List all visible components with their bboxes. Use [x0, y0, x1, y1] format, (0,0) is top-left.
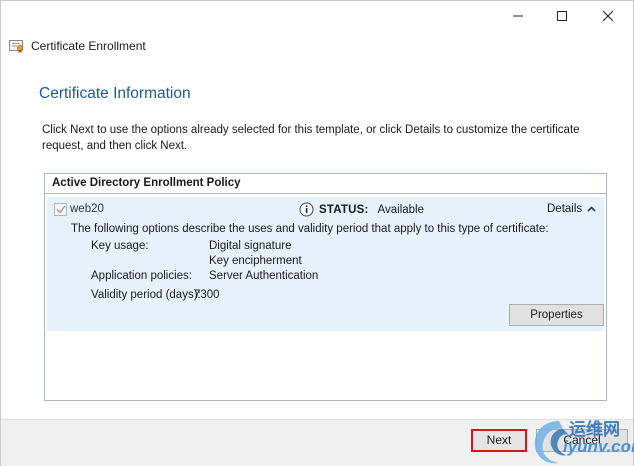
property-row: Key usage: Digital signature Key enciphe… [91, 239, 318, 269]
close-icon [603, 11, 613, 21]
certificate-name: web20 [70, 203, 104, 215]
info-icon [299, 202, 314, 217]
policy-header: Active Directory Enrollment Policy [45, 174, 606, 194]
property-label: Validity period (days): [91, 289, 201, 301]
certificate-description: The following options describe the uses … [71, 223, 549, 235]
enrollment-policy-box: Active Directory Enrollment Policy web20… [44, 173, 607, 401]
status-label: STATUS: [319, 203, 369, 216]
status-value: Available [377, 203, 424, 216]
property-value: Server Authentication [209, 270, 319, 282]
status-indicator: STATUS: Available [299, 202, 424, 217]
certificate-icon [9, 40, 23, 53]
property-row: Application policies: Server Authenticat… [91, 269, 318, 284]
close-button[interactable] [585, 1, 631, 31]
maximize-button[interactable] [539, 1, 585, 31]
certificate-checkbox[interactable] [54, 203, 67, 216]
property-label: Application policies: [91, 270, 193, 282]
minimize-button[interactable] [495, 1, 541, 31]
certificate-enrollment-window: Certificate Enrollment Certificate Infor… [0, 0, 634, 466]
property-row: Validity period (days): 7300 [91, 288, 318, 303]
properties-button[interactable]: Properties [509, 304, 604, 326]
property-label: Key usage: [91, 240, 149, 252]
window-title: Certificate Enrollment [31, 39, 146, 53]
window-header: Certificate Enrollment [9, 38, 146, 54]
chevron-up-icon [587, 206, 596, 212]
next-button[interactable]: Next [471, 429, 527, 452]
dialog-footer: Next Cancel [1, 419, 633, 466]
certificate-properties: Key usage: Digital signature Key enciphe… [91, 239, 318, 303]
title-bar [1, 1, 633, 31]
property-value: Digital signature [209, 240, 292, 252]
intro-text: Click Next to use the options already se… [42, 124, 580, 152]
checkmark-icon [56, 205, 66, 214]
minimize-icon [513, 15, 523, 17]
property-value: 7300 [194, 289, 220, 301]
maximize-icon [557, 11, 567, 21]
cancel-button[interactable]: Cancel [536, 429, 628, 452]
details-label: Details [547, 203, 583, 215]
property-value: Key encipherment [209, 255, 302, 267]
details-toggle[interactable]: Details [547, 203, 596, 215]
page-title: Certificate Information [39, 85, 191, 102]
certificate-panel: web20 STATUS: Available Details The foll… [47, 197, 604, 331]
